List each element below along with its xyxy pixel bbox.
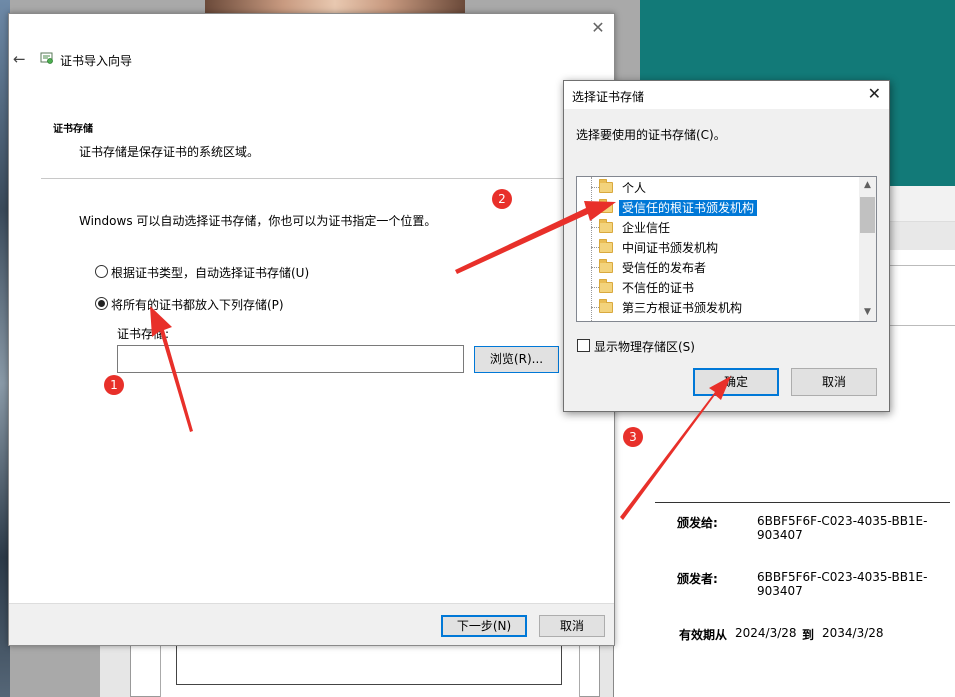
step-2-badge: 2 [492,189,512,209]
certificate-import-wizard: ✕ ← 证书导入向导 证书存储 证书存储是保存证书的系统区域。 Windows … [8,13,616,646]
tree-item-label: 受信任的根证书颁发机构 [619,200,758,216]
tree-scrollbar[interactable]: ▲ ▼ [859,177,876,321]
store-label: 证书存储: [117,327,170,341]
store-tree[interactable]: 个人 受信任的根证书颁发机构 企业信任 中间证书颁发机构 受信任的发布者 不信任… [576,176,877,322]
tree-item-label: 企业信任 [622,221,671,235]
tree-item-selected[interactable]: 受信任的根证书颁发机构 [577,198,859,218]
folder-icon [599,179,613,193]
tree-item[interactable]: 第三方根证书颁发机构 [577,298,859,318]
tree-item[interactable]: 受信任的发布者 [577,258,859,278]
tree-item-label: 中间证书颁发机构 [622,241,719,255]
wizard-title: 证书导入向导 [60,54,133,68]
dialog-titlebar: 选择证书存储 ✕ [564,81,889,109]
store-input[interactable] [117,345,464,373]
intro-text: Windows 可以自动选择证书存储，你也可以为证书指定一个位置。 [79,214,437,228]
close-icon[interactable]: ✕ [868,85,881,103]
show-physical-checkbox[interactable] [577,339,590,352]
section-description: 证书存储是保存证书的系统区域。 [79,145,260,159]
issued-to-label: 颁发给: [677,516,718,530]
dialog-title: 选择证书存储 [572,90,645,104]
manual-store-label[interactable]: 将所有的证书都放入下列存储(P) [111,296,284,313]
close-icon[interactable]: ✕ [590,20,606,36]
scroll-down-icon[interactable]: ▼ [859,304,876,321]
folder-icon [599,259,613,273]
divider [655,502,950,503]
manual-store-radio[interactable] [95,297,108,310]
folder-icon [599,279,613,293]
tree-item[interactable]: 不信任的证书 [577,278,859,298]
valid-from-value: 2024/3/28 [735,626,797,640]
dialog-cancel-button[interactable]: 取消 [791,368,877,396]
valid-to-label: 到 [802,628,815,642]
scroll-up-icon[interactable]: ▲ [859,177,876,194]
tree-item[interactable]: 个人 [577,178,859,198]
issued-by-value: 6BBF5F6F-C023-4035-BB1E-903407 [757,570,928,598]
tree-item-label: 不信任的证书 [622,281,695,295]
select-store-dialog: 选择证书存储 ✕ 选择要使用的证书存储(C)。 个人 受信任的根证书颁发机构 企… [563,80,890,412]
folder-icon [599,239,613,253]
cancel-button[interactable]: 取消 [539,615,605,637]
ok-button[interactable]: 确定 [693,368,779,396]
issued-by-label: 颁发者: [677,572,718,586]
valid-to-value: 2034/3/28 [822,626,884,640]
tree-item-label: 第三方根证书颁发机构 [622,301,743,315]
auto-select-radio[interactable] [95,265,108,278]
browse-button[interactable]: 浏览(R)... [474,346,559,373]
background-photo [205,0,465,14]
folder-icon [599,219,613,233]
dialog-prompt: 选择要使用的证书存储(C)。 [576,128,726,142]
certificate-icon [40,52,53,64]
show-physical-label[interactable]: 显示物理存储区(S) [594,338,695,355]
folder-icon [599,299,613,313]
tree-item[interactable]: 中间证书颁发机构 [577,238,859,258]
scroll-thumb[interactable] [860,197,875,233]
tree-item-label: 个人 [622,181,647,195]
valid-from-label: 有效期从 [679,628,728,642]
issued-to-value: 6BBF5F6F-C023-4035-BB1E-903407 [757,514,928,542]
auto-select-label[interactable]: 根据证书类型，自动选择证书存储(U) [111,264,309,281]
folder-icon [599,199,613,213]
next-button[interactable]: 下一步(N) [441,615,527,637]
divider [41,178,616,179]
section-title: 证书存储 [53,124,93,135]
step-1-badge: 1 [104,375,124,395]
background-field [176,645,562,685]
tree-item[interactable]: 企业信任 [577,218,859,238]
tree-item-label: 受信任的发布者 [622,261,707,275]
back-arrow-icon[interactable]: ← [13,52,31,67]
step-3-badge: 3 [623,427,643,447]
